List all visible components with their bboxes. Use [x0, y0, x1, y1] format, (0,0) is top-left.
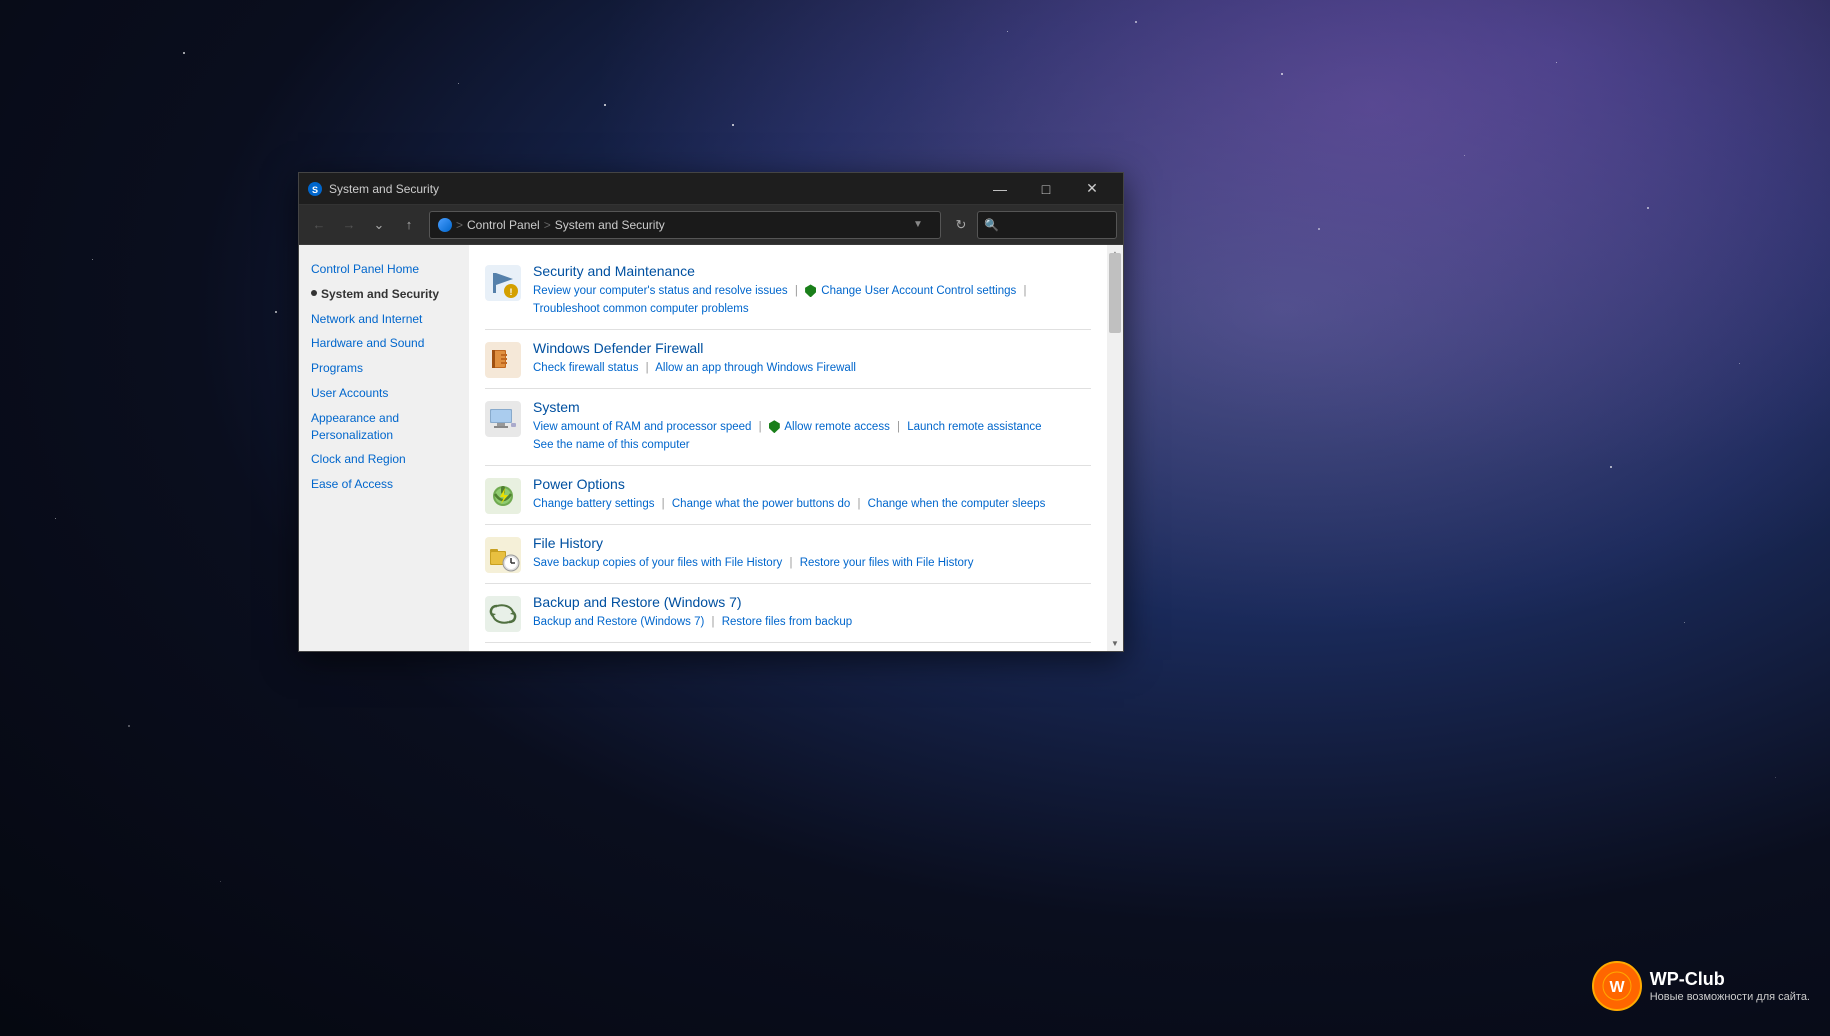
sidebar-item-control-panel-home[interactable]: Control Panel Home [299, 257, 469, 282]
scrollbar-down-button[interactable]: ▼ [1107, 635, 1123, 651]
backup-restore-icon [485, 596, 521, 632]
section-security-maintenance-body: Security and Maintenance Review your com… [533, 263, 1091, 319]
sidebar-item-appearance[interactable]: Appearance and Personalization [299, 406, 469, 448]
file-history-title[interactable]: File History [533, 535, 1091, 551]
search-box: 🔍 [977, 211, 1117, 239]
maximize-button[interactable]: □ [1023, 173, 1069, 205]
restore-files-link[interactable]: Restore your files with File History [800, 557, 974, 569]
section-backup-restore-body: Backup and Restore (Windows 7) Backup an… [533, 594, 1091, 631]
path-dropdown-button[interactable]: ▼ [904, 211, 932, 239]
file-history-links: Save backup copies of your files with Fi… [533, 554, 1091, 572]
backup-restore-links: Backup and Restore (Windows 7) | Restore… [533, 613, 1091, 631]
scrollbar-thumb[interactable] [1109, 253, 1121, 333]
up-button[interactable]: ↑ [395, 211, 423, 239]
content-inner: ! Security and Maintenance Review your c… [469, 245, 1107, 651]
control-panel-icon [438, 218, 452, 232]
allow-remote-link[interactable]: Allow remote access [784, 421, 889, 433]
section-system: System View amount of RAM and processor … [485, 389, 1091, 465]
window-title: System and Security [329, 182, 977, 196]
sidebar-item-system-security: System and Security [299, 282, 469, 307]
window-icon: S [307, 181, 323, 197]
content-panel[interactable]: ! Security and Maintenance Review your c… [469, 245, 1107, 651]
wpclub-text-block: WP-Club Новые возможности для сайта. [1650, 969, 1810, 1003]
wpclub-badge: W WP-Club Новые возможности для сайта. [1592, 961, 1810, 1011]
section-power-body: Power Options Change battery settings | … [533, 476, 1091, 513]
svg-text:W: W [1609, 979, 1625, 996]
change-sleep-link[interactable]: Change when the computer sleeps [868, 498, 1046, 510]
view-ram-link[interactable]: View amount of RAM and processor speed [533, 421, 751, 433]
section-security-maintenance: ! Security and Maintenance Review your c… [485, 253, 1091, 329]
address-path[interactable]: > Control Panel > System and Security ▼ [429, 211, 941, 239]
system-links: View amount of RAM and processor speed |… [533, 418, 1091, 455]
main-content: Control Panel Home System and Security N… [299, 245, 1123, 651]
search-icon: 🔍 [984, 218, 999, 232]
title-bar: S System and Security — □ ✕ [299, 173, 1123, 205]
check-firewall-link[interactable]: Check firewall status [533, 362, 638, 374]
security-maintenance-links: Review your computer's status and resolv… [533, 282, 1091, 319]
sidebar-item-user-accounts[interactable]: User Accounts [299, 381, 469, 406]
allow-app-link[interactable]: Allow an app through Windows Firewall [655, 362, 856, 374]
svg-text:!: ! [510, 287, 513, 297]
troubleshoot-link[interactable]: Troubleshoot common computer problems [533, 303, 749, 315]
forward-button[interactable]: → [335, 211, 363, 239]
section-system-body: System View amount of RAM and processor … [533, 399, 1091, 455]
section-backup-restore: Backup and Restore (Windows 7) Backup an… [485, 584, 1091, 642]
see-computer-name-link[interactable]: See the name of this computer [533, 439, 690, 451]
close-button[interactable]: ✕ [1069, 173, 1115, 205]
section-firewall: Windows Defender Firewall Check firewall… [485, 330, 1091, 388]
change-battery-link[interactable]: Change battery settings [533, 498, 654, 510]
path-system-security: System and Security [555, 218, 665, 232]
sidebar-item-ease-access[interactable]: Ease of Access [299, 472, 469, 497]
power-options-icon [485, 478, 521, 514]
window-controls: — □ ✕ [977, 173, 1115, 205]
change-uac-icon [805, 284, 816, 297]
sidebar-item-programs[interactable]: Programs [299, 356, 469, 381]
refresh-button[interactable]: ↻ [947, 211, 975, 239]
minimize-button[interactable]: — [977, 173, 1023, 205]
path-control-panel: Control Panel [467, 218, 540, 232]
sidebar: Control Panel Home System and Security N… [299, 245, 469, 651]
sidebar-item-hardware-sound[interactable]: Hardware and Sound [299, 331, 469, 356]
file-history-icon [485, 537, 521, 573]
wpclub-brand-name: WP-Club [1650, 969, 1810, 991]
active-indicator [311, 290, 317, 296]
section-storage-spaces: Storage Spaces Manage Storage Spaces [485, 643, 1091, 651]
firewall-links: Check firewall status | Allow an app thr… [533, 359, 1091, 377]
shield-allow-remote-icon [769, 420, 780, 433]
system-title[interactable]: System [533, 399, 1091, 415]
wpclub-tagline: Новые возможности для сайта. [1650, 991, 1810, 1003]
review-status-link[interactable]: Review your computer's status and resolv… [533, 285, 788, 297]
sidebar-item-network-internet[interactable]: Network and Internet [299, 307, 469, 332]
power-links: Change battery settings | Change what th… [533, 495, 1091, 513]
back-button[interactable]: ← [305, 211, 333, 239]
control-panel-window: S System and Security — □ ✕ ← → ⌄ ↑ > Co… [298, 172, 1124, 652]
section-power: Power Options Change battery settings | … [485, 466, 1091, 524]
address-bar: ← → ⌄ ↑ > Control Panel > System and Sec… [299, 205, 1123, 245]
firewall-icon [485, 342, 521, 378]
change-uac-link[interactable]: Change User Account Control settings [821, 285, 1016, 297]
restore-files-backup-link[interactable]: Restore files from backup [722, 616, 852, 628]
power-title[interactable]: Power Options [533, 476, 1091, 492]
wpclub-logo: W [1592, 961, 1642, 1011]
section-file-history: File History Save backup copies of your … [485, 525, 1091, 583]
svg-text:S: S [312, 185, 318, 195]
launch-remote-link[interactable]: Launch remote assistance [907, 421, 1041, 433]
backup-restore-title[interactable]: Backup and Restore (Windows 7) [533, 594, 1091, 610]
security-maintenance-title[interactable]: Security and Maintenance [533, 263, 1091, 279]
scrollbar-track: ▲ ▼ [1107, 245, 1123, 651]
recent-locations-button[interactable]: ⌄ [365, 211, 393, 239]
save-backup-link[interactable]: Save backup copies of your files with Fi… [533, 557, 782, 569]
security-maintenance-icon: ! [485, 265, 521, 301]
firewall-title[interactable]: Windows Defender Firewall [533, 340, 1091, 356]
section-firewall-body: Windows Defender Firewall Check firewall… [533, 340, 1091, 377]
system-icon [485, 401, 521, 437]
change-power-buttons-link[interactable]: Change what the power buttons do [672, 498, 850, 510]
backup-restore-win7-link[interactable]: Backup and Restore (Windows 7) [533, 616, 704, 628]
section-file-history-body: File History Save backup copies of your … [533, 535, 1091, 572]
sidebar-item-clock-region[interactable]: Clock and Region [299, 447, 469, 472]
